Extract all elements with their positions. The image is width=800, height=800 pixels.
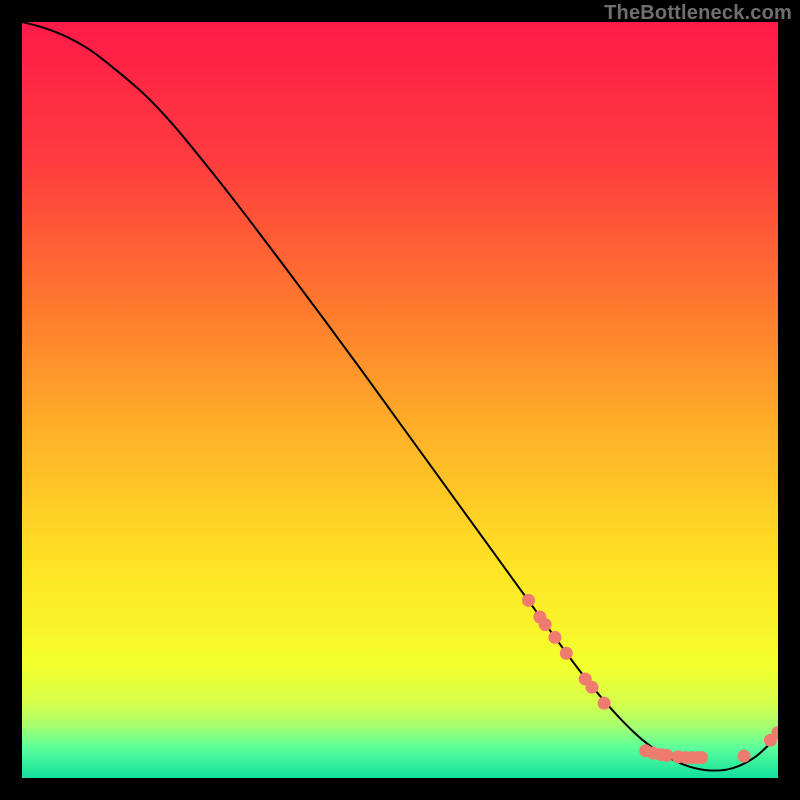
data-point <box>586 681 599 694</box>
data-point <box>737 750 750 763</box>
data-point <box>695 751 708 764</box>
data-point <box>522 594 535 607</box>
chart-svg <box>22 22 778 778</box>
data-point <box>560 647 573 660</box>
data-point <box>598 697 611 710</box>
data-point <box>539 618 552 631</box>
data-point <box>548 631 561 644</box>
gradient-background <box>22 22 778 778</box>
data-point <box>660 749 673 762</box>
watermark-label: TheBottleneck.com <box>604 2 792 25</box>
chart-stage: TheBottleneck.com <box>0 0 800 800</box>
